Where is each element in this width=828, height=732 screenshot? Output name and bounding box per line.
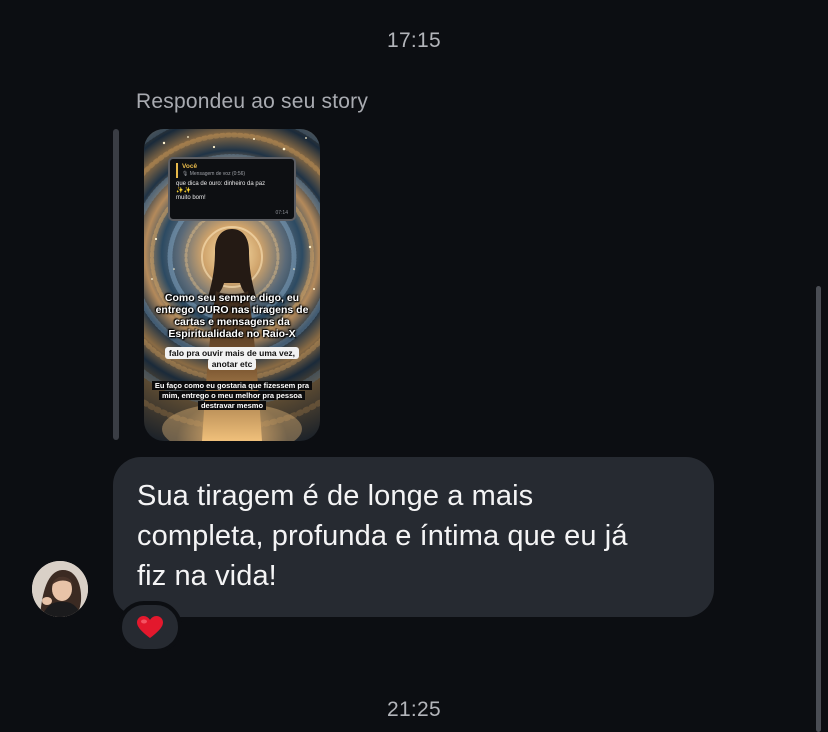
story-message-line-3: muito bom!	[176, 195, 206, 201]
story-message-time: 07:14	[275, 210, 288, 216]
story-message-line-1: que dica de ouro: dinheiro da paz	[176, 181, 266, 187]
story-footer-text: Eu faço como eu gostaria que fizessem pr…	[150, 381, 314, 411]
story-quote: Você 🎙 Mensagem de voz (0:56)	[176, 163, 288, 178]
story-quoted-voice: 🎙 Mensagem de voz (0:56)	[182, 171, 246, 177]
scrollbar-thumb[interactable]	[816, 286, 821, 732]
reaction-badge[interactable]	[118, 601, 182, 653]
reply-caption: Respondeu ao seu story	[136, 90, 369, 113]
heart-icon	[137, 616, 163, 638]
story-preview[interactable]: Você 🎙 Mensagem de voz (0:56) que dica d…	[144, 129, 320, 441]
avatar[interactable]	[32, 561, 88, 617]
story-pill-text: falo pra ouvir mais de uma vez, anotar e…	[158, 347, 306, 370]
story-footer-label: Eu faço como eu gostaria que fizessem pr…	[151, 381, 313, 410]
message-bubble[interactable]: Sua tiragem é de longe a mais completa, …	[113, 457, 714, 617]
story-pill-label: falo pra ouvir mais de uma vez, anotar e…	[164, 347, 300, 370]
chat-screen: 17:15 Respondeu ao seu story Você 🎙 Mens…	[0, 0, 828, 732]
story-message-box: Você 🎙 Mensagem de voz (0:56) que dica d…	[168, 157, 296, 221]
story-headline: Como seu sempre digo, eu entrego OURO na…	[155, 292, 309, 340]
timestamp-bottom: 21:25	[386, 698, 442, 721]
message-text: Sua tiragem é de longe a mais completa, …	[137, 480, 628, 592]
story-sender: Você	[182, 163, 198, 170]
reply-indicator-bar	[113, 129, 119, 440]
story-message-line-2: ✨✨	[176, 188, 191, 194]
avatar-portrait	[32, 561, 88, 617]
timestamp-top: 17:15	[386, 29, 442, 52]
